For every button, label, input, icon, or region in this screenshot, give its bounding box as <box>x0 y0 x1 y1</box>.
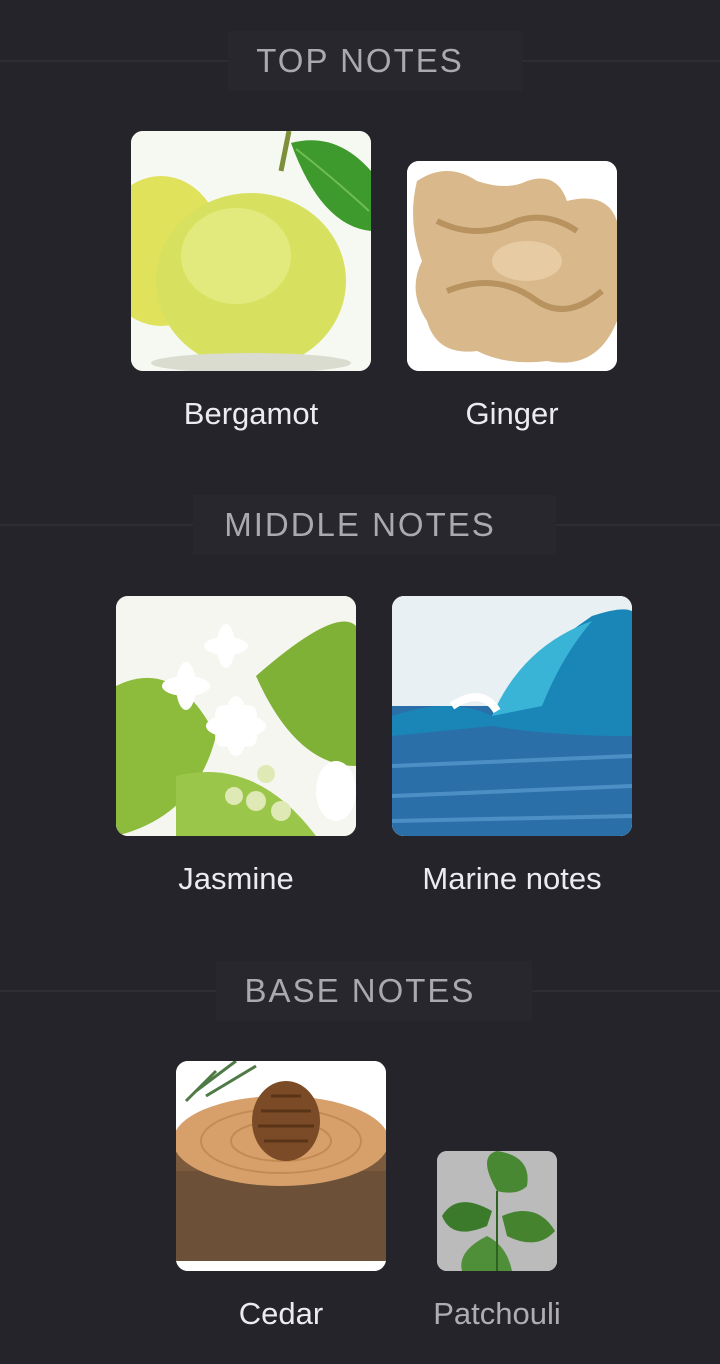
section-header-top: TOP NOTES <box>0 31 720 91</box>
bergamot-image-graphic <box>131 131 371 371</box>
note-label: Jasmine <box>178 861 294 896</box>
section-header-base: BASE NOTES <box>0 961 720 1021</box>
wave-image <box>392 596 632 836</box>
note-label: Patchouli <box>433 1296 561 1331</box>
ginger-image <box>407 161 617 371</box>
section-title: MIDDLE NOTES <box>224 506 496 543</box>
ginger-image-graphic <box>407 161 617 371</box>
note-label: Bergamot <box>183 396 319 431</box>
section-title: BASE NOTES <box>244 972 476 1009</box>
wave-image-graphic <box>392 596 632 836</box>
cedar-image-graphic <box>176 1061 386 1271</box>
patchouli-image <box>437 1151 557 1271</box>
cedar-image <box>176 1061 386 1271</box>
section-header-middle: MIDDLE NOTES <box>0 495 720 555</box>
bergamot-image <box>131 131 371 371</box>
note-label: Marine notes <box>422 861 602 896</box>
jasmine-image-graphic <box>116 596 356 836</box>
section-title: TOP NOTES <box>256 42 464 79</box>
patchouli-image-graphic <box>437 1151 557 1271</box>
note-label: Ginger <box>465 396 559 431</box>
jasmine-image <box>116 596 356 836</box>
